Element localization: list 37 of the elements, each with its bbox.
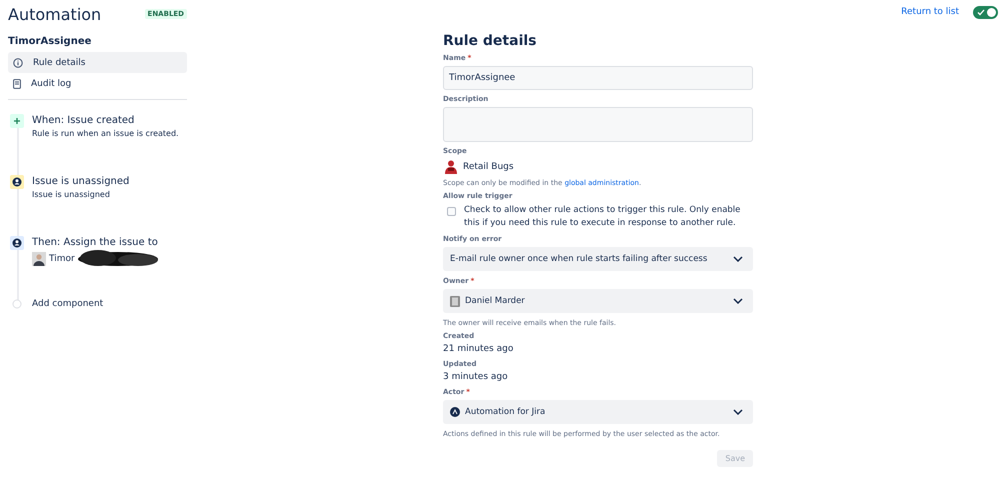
name-input[interactable]: TimorAssignee [443, 66, 753, 90]
plus-icon [10, 114, 24, 128]
nav-item[interactable]: Audit log [8, 73, 187, 94]
avatar-icon [450, 407, 460, 417]
component-title: Issue is unassigned [32, 175, 130, 189]
description-field[interactable] [443, 107, 753, 142]
add-component-link[interactable]: Add component [32, 297, 104, 311]
check-icon [977, 8, 985, 16]
component-description: Issue is unassigned [32, 189, 111, 201]
return-to-list-link[interactable]: Return to list [901, 7, 959, 17]
info-icon [13, 58, 23, 68]
assignee-name: Timor [49, 254, 75, 264]
checkbox-label: Check to allow other rule actions to trigger this rule. Only enable this if you need this rule to execute in response to another rule. [464, 204, 742, 230]
created-value: 21 minutes ago [443, 344, 514, 354]
nav-item[interactable]: Rule details [8, 52, 187, 73]
page-title: Automation [8, 4, 102, 24]
enabled-toggle[interactable] [973, 6, 998, 18]
chevron-down-icon [733, 256, 743, 262]
chevron-down-icon [733, 409, 743, 415]
user-icon [10, 175, 24, 189]
avatar-icon [450, 296, 460, 306]
owner-select[interactable]: Daniel Marder [443, 289, 753, 313]
rule-name: TimorAssignee [8, 36, 92, 49]
checkbox[interactable] [447, 207, 456, 216]
user-icon [10, 236, 24, 250]
chevron-down-icon [733, 298, 743, 304]
component-description: Rule is run when an issue is created. [32, 128, 179, 140]
project-name: Retail Bugs [463, 162, 514, 172]
component-title: When: Issue created [32, 114, 136, 128]
project-icon [443, 159, 459, 175]
component-title: Then: Assign the issue to [32, 236, 159, 250]
notify-select[interactable]: E-mail rule owner once when rule starts failing after success [443, 247, 753, 271]
document-icon [13, 78, 21, 88]
section-heading: Rule details [443, 33, 538, 49]
actor-select[interactable]: Automation for Jira [443, 400, 753, 424]
avatar-icon [32, 252, 46, 266]
updated-value: 3 minutes ago [443, 372, 509, 382]
